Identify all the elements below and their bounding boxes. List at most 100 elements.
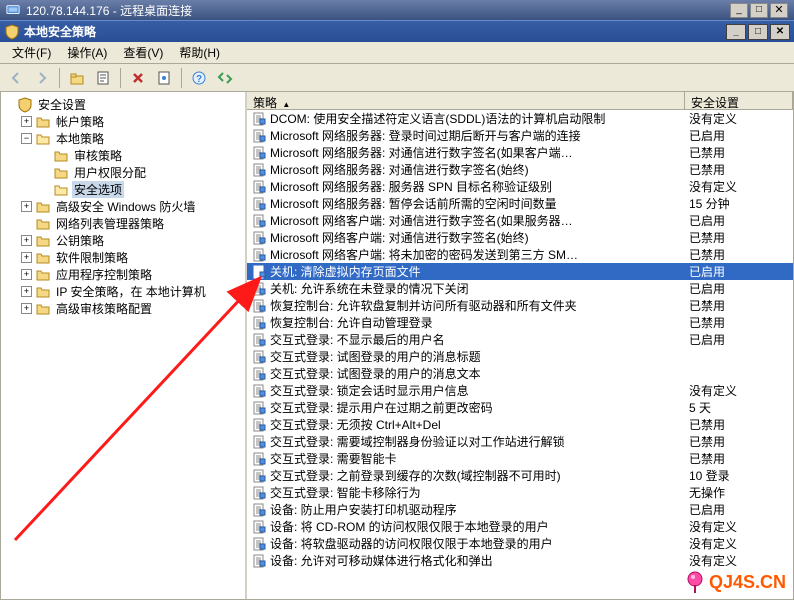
- policy-row[interactable]: 关机: 允许系统在未登录的情况下关闭已启用: [247, 280, 793, 297]
- policy-row[interactable]: 交互式登录: 不显示最后的用户名已启用: [247, 331, 793, 348]
- expander-icon[interactable]: −: [21, 133, 32, 144]
- tree-item[interactable]: +帐户策略: [19, 113, 245, 130]
- policy-row[interactable]: DCOM: 使用安全描述符定义语言(SDDL)语法的计算机启动限制没有定义: [247, 110, 793, 127]
- policy-row[interactable]: 关机: 清除虚拟内存页面文件已启用: [247, 263, 793, 280]
- expander-icon[interactable]: +: [21, 201, 32, 212]
- maximize-button[interactable]: □: [750, 3, 768, 18]
- folder-icon: [35, 131, 51, 147]
- policy-setting: 10 登录: [685, 467, 793, 484]
- policy-name: Microsoft 网络服务器: 登录时间过期后断开与客户端的连接: [270, 127, 581, 144]
- menu-action[interactable]: 操作(A): [59, 41, 115, 64]
- navigation-tree[interactable]: 安全设置+帐户策略−本地策略审核策略用户权限分配安全选项 + 高级安全 Window…: [1, 92, 247, 599]
- properties-button[interactable]: [152, 67, 176, 89]
- tree-item[interactable]: + 高级审核策略配置: [19, 300, 245, 317]
- policy-row[interactable]: 设备: 将软盘驱动器的访问权限仅限于本地登录的用户没有定义: [247, 535, 793, 552]
- policy-row[interactable]: 交互式登录: 提示用户在过期之前更改密码5 天: [247, 399, 793, 416]
- policy-list-pane: 策略 ▲ 安全设置 DCOM: 使用安全描述符定义语言(SDDL)语法的计算机启…: [247, 92, 793, 599]
- policy-row[interactable]: 恢复控制台: 允许软盘复制并访问所有驱动器和所有文件夹已禁用: [247, 297, 793, 314]
- policy-row[interactable]: Microsoft 网络客户端: 对通信进行数字签名(始终)已禁用: [247, 229, 793, 246]
- policy-name: 交互式登录: 需要智能卡: [270, 450, 397, 467]
- expander-icon[interactable]: +: [21, 252, 32, 263]
- column-policy[interactable]: 策略 ▲: [247, 92, 685, 109]
- tree-item[interactable]: 审核策略: [37, 147, 245, 164]
- policy-row[interactable]: 恢复控制台: 允许自动管理登录已禁用: [247, 314, 793, 331]
- expander-icon[interactable]: +: [21, 303, 32, 314]
- tree-item[interactable]: 安全选项: [37, 181, 245, 198]
- policy-name: Microsoft 网络客户端: 对通信进行数字签名(始终): [270, 229, 529, 246]
- policy-row[interactable]: 交互式登录: 需要域控制器身份验证以对工作站进行解锁 已禁用: [247, 433, 793, 450]
- policy-row[interactable]: 设备: 允许对可移动媒体进行格式化和弹出没有定义: [247, 552, 793, 569]
- inner-close-button[interactable]: ✕: [770, 24, 790, 40]
- policy-row[interactable]: Microsoft 网络客户端: 对通信进行数字签名(如果服务器…已启用: [247, 212, 793, 229]
- menu-help[interactable]: 帮助(H): [171, 41, 228, 64]
- policy-list[interactable]: DCOM: 使用安全描述符定义语言(SDDL)语法的计算机启动限制没有定义Mic…: [247, 110, 793, 599]
- policy-name: DCOM: 使用安全描述符定义语言(SDDL)语法的计算机启动限制: [270, 110, 605, 127]
- close-button[interactable]: ✕: [770, 3, 788, 18]
- policy-row[interactable]: Microsoft 网络客户端: 将未加密的密码发送到第三方 SM…已禁用: [247, 246, 793, 263]
- policy-row[interactable]: 交互式登录: 试图登录的用户的消息文本: [247, 365, 793, 382]
- up-button[interactable]: [65, 67, 89, 89]
- policy-row[interactable]: 设备: 防止用户安装打印机驱动程序已启用: [247, 501, 793, 518]
- policy-row[interactable]: 设备: 将 CD-ROM 的访问权限仅限于本地登录的用户没有定义: [247, 518, 793, 535]
- folder-icon: [53, 148, 69, 164]
- policy-name: 交互式登录: 需要域控制器身份验证以对工作站进行解锁: [270, 433, 565, 450]
- policy-name: Microsoft 网络客户端: 对通信进行数字签名(如果服务器…: [270, 212, 573, 229]
- policy-setting: 已禁用: [685, 450, 793, 467]
- tree-label: 高级审核策略配置: [54, 300, 154, 317]
- policy-row[interactable]: 交互式登录: 试图登录的用户的消息标题: [247, 348, 793, 365]
- policy-row[interactable]: 交互式登录: 锁定会话时显示用户信息没有定义: [247, 382, 793, 399]
- expander-icon[interactable]: +: [21, 235, 32, 246]
- delete-button[interactable]: [126, 67, 150, 89]
- forward-button[interactable]: [30, 67, 54, 89]
- expander-icon[interactable]: +: [21, 116, 32, 127]
- tree-item[interactable]: +IP 安全策略，在 本地计算机: [19, 283, 245, 300]
- menu-view[interactable]: 查看(V): [115, 41, 171, 64]
- tree-label: 高级安全 Windows 防火墙: [54, 198, 197, 215]
- secpol-icon: [4, 24, 20, 40]
- policy-setting: 5 天: [685, 399, 793, 416]
- policy-setting: 已启用: [685, 263, 793, 280]
- tree-item[interactable]: 用户权限分配: [37, 164, 245, 181]
- tree-item[interactable]: +公钥策略: [19, 232, 245, 249]
- inner-maximize-button[interactable]: □: [748, 24, 768, 40]
- tree-item[interactable]: −本地策略: [19, 130, 245, 147]
- policy-row[interactable]: Microsoft 网络服务器: 服务器 SPN 目标名称验证级别没有定义: [247, 178, 793, 195]
- tree-item[interactable]: 网络列表管理器策略: [19, 215, 245, 232]
- help-button[interactable]: ?: [187, 67, 211, 89]
- policy-icon: [251, 502, 267, 518]
- column-setting[interactable]: 安全设置: [685, 92, 793, 109]
- minimize-button[interactable]: _: [730, 3, 748, 18]
- tree-item[interactable]: + 高级安全 Windows 防火墙: [19, 198, 245, 215]
- policy-row[interactable]: 交互式登录: 需要智能卡 已禁用: [247, 450, 793, 467]
- policy-row[interactable]: 交互式登录: 无须按 Ctrl+Alt+Del已禁用: [247, 416, 793, 433]
- tree-root[interactable]: 安全设置: [1, 96, 245, 113]
- separator: [59, 68, 60, 88]
- tree-label: 网络列表管理器策略: [54, 215, 166, 232]
- refresh-button[interactable]: [213, 67, 237, 89]
- tree-item[interactable]: +应用程序控制策略: [19, 266, 245, 283]
- back-button[interactable]: [4, 67, 28, 89]
- shield-icon: [17, 97, 33, 113]
- folder-icon: [35, 301, 51, 317]
- policy-row[interactable]: Microsoft 网络服务器: 登录时间过期后断开与客户端的连接已启用: [247, 127, 793, 144]
- rdp-icon: [6, 3, 20, 17]
- policy-setting: 已禁用: [685, 314, 793, 331]
- tree-label: 用户权限分配: [72, 164, 148, 181]
- expander-icon[interactable]: +: [21, 269, 32, 280]
- expander-icon[interactable]: [21, 218, 32, 229]
- policy-icon: [251, 230, 267, 246]
- export-button[interactable]: [91, 67, 115, 89]
- policy-name: 交互式登录: 无须按 Ctrl+Alt+Del: [270, 416, 441, 433]
- policy-row[interactable]: Microsoft 网络服务器: 对通信进行数字签名(始终)已禁用: [247, 161, 793, 178]
- policy-row[interactable]: Microsoft 网络服务器: 对通信进行数字签名(如果客户端…已禁用: [247, 144, 793, 161]
- policy-row[interactable]: 交互式登录: 之前登录到缓存的次数(域控制器不可用时)10 登录: [247, 467, 793, 484]
- policy-name: Microsoft 网络客户端: 将未加密的密码发送到第三方 SM…: [270, 246, 578, 263]
- policy-row[interactable]: 交互式登录: 智能卡移除行为无操作: [247, 484, 793, 501]
- policy-row[interactable]: Microsoft 网络服务器: 暂停会话前所需的空闲时间数量15 分钟: [247, 195, 793, 212]
- menu-file[interactable]: 文件(F): [4, 41, 59, 64]
- policy-setting: 已禁用: [685, 433, 793, 450]
- policy-setting: 已禁用: [685, 144, 793, 161]
- inner-minimize-button[interactable]: _: [726, 24, 746, 40]
- expander-icon[interactable]: +: [21, 286, 32, 297]
- tree-item[interactable]: +软件限制策略: [19, 249, 245, 266]
